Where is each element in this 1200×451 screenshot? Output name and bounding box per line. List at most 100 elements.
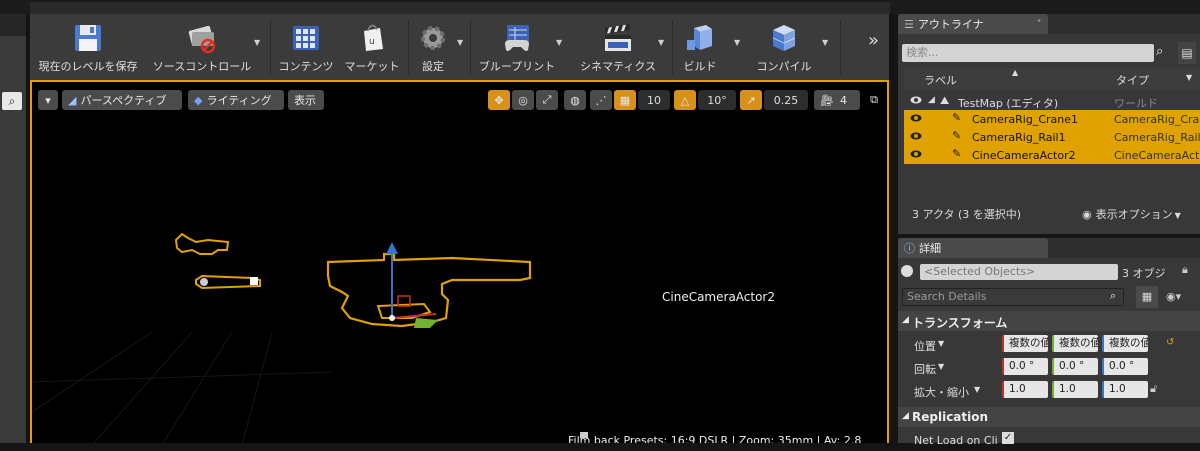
outliner-row-rail[interactable]: ✎ CameraRig_Rail1 CameraRig_Rail: [904, 128, 1200, 146]
rotation-row: 回転 ▼ 0.0 ° 0.0 ° 0.0 °: [898, 356, 1200, 378]
scale-z-field[interactable]: 1.0: [1102, 381, 1148, 398]
details-search-input[interactable]: Search Details: [902, 288, 1124, 306]
outliner-tab-label: アウトライナ: [917, 18, 984, 31]
net-load-row: Net Load on Client ✓: [898, 429, 1200, 451]
blueprints-dropdown-icon[interactable]: ▼: [556, 38, 564, 47]
toolbar-separator: [840, 20, 841, 74]
source-control-button[interactable]: ソースコントロール: [150, 16, 254, 78]
gizmo-y-plane: [414, 318, 438, 328]
outliner-search-input[interactable]: 検索...: [902, 44, 1154, 62]
chevron-down-icon[interactable]: ▼: [938, 362, 944, 371]
toolbar-overflow-icon[interactable]: »: [868, 30, 879, 51]
net-load-label: Net Load on Client: [914, 434, 998, 447]
search-icon[interactable]: ⌕: [1156, 44, 1163, 59]
property-matrix-icon[interactable]: ▦: [1136, 286, 1158, 308]
cinematics-dropdown-icon[interactable]: ▼: [658, 38, 666, 47]
scene-objects: [174, 232, 588, 438]
view-options-button[interactable]: ◉ 表示オプション ▼: [1082, 206, 1181, 222]
outliner-panel: ☰ アウトライナ • 検索... ⌕ ▤ ラベル ▲ タイプ ▼ ◢ ⛰ Tes…: [898, 14, 1200, 234]
camera-rig-rail-icon: ✎: [952, 129, 962, 142]
blueprints-label: ブループリント: [478, 60, 556, 73]
scale-x-field[interactable]: 1.0: [1002, 381, 1048, 398]
location-x-field[interactable]: 複数の値: [1002, 335, 1048, 352]
build-dropdown-icon[interactable]: ▼: [734, 38, 742, 47]
visibility-eye-icon[interactable]: [910, 94, 922, 106]
cine-camera-icon: ✎: [952, 147, 962, 160]
outliner-row-world[interactable]: ◢ ⛰ TestMap (エディタ) ワールド: [904, 92, 1200, 110]
outliner-row-type: CameraRig_Crane: [1114, 113, 1200, 126]
lock-icon[interactable]: 🔒︎: [1182, 263, 1188, 277]
svg-text:u: u: [369, 37, 375, 47]
source-control-dropdown-icon[interactable]: ▼: [254, 38, 262, 47]
tab-outliner[interactable]: ☰ アウトライナ •: [898, 14, 1048, 34]
view-options-label: 表示オプション: [1095, 208, 1173, 221]
build-label: ビルド: [683, 60, 717, 73]
world-icon: ⛰: [940, 94, 950, 107]
outliner-row-type: ワールド: [1114, 97, 1158, 110]
build-button[interactable]: ビルド: [676, 16, 724, 78]
outliner-row-type: CineCameraActor: [1114, 149, 1200, 162]
toolbar-separator: [672, 20, 673, 74]
chevron-down-icon[interactable]: ▼: [974, 385, 980, 394]
blueprint-icon: [505, 25, 529, 51]
selected-objects-count: 3 オブジ: [1122, 267, 1166, 280]
location-z-field[interactable]: 複数の値: [1102, 335, 1148, 352]
save-level-button[interactable]: 現在のレベルを保存: [36, 16, 140, 78]
outliner-row-name: CineCameraActor2: [972, 149, 1076, 162]
compile-label: コンパイル: [756, 60, 812, 73]
expand-arrow-icon: ◢: [902, 315, 909, 325]
search-icon[interactable]: ⌕: [1110, 289, 1116, 303]
visibility-eye-icon[interactable]: [910, 112, 922, 124]
outliner-row-crane[interactable]: ✎ CameraRig_Crane1 CameraRig_Crane: [904, 110, 1200, 128]
rotation-y-field[interactable]: 0.0 °: [1052, 358, 1098, 375]
close-icon[interactable]: •: [1036, 16, 1042, 27]
settings-label: 設定: [422, 60, 444, 73]
viewport-status-text: Film back Presets: 16:9 DSLR | Zoom: 35m…: [568, 434, 862, 443]
column-type-header[interactable]: タイプ: [1116, 72, 1149, 88]
settings-dropdown-icon[interactable]: ▼: [457, 38, 465, 47]
content-browser-icon: [293, 26, 319, 50]
rotation-z-field[interactable]: 0.0 °: [1102, 358, 1148, 375]
search-icon[interactable]: ⌕: [2, 92, 22, 110]
visibility-eye-icon[interactable]: [910, 148, 922, 160]
scale-y-field[interactable]: 1.0: [1052, 381, 1098, 398]
rotation-label: 回転: [914, 363, 936, 376]
transform-category[interactable]: ◢ トランスフォーム: [898, 311, 1200, 331]
content-label: コンテンツ: [278, 60, 334, 73]
rotation-x-field[interactable]: 0.0 °: [1002, 358, 1048, 375]
scale-row: 拡大・縮小 ▼ 1.0 1.0 1.0 🔓︎: [898, 379, 1200, 401]
tab-details[interactable]: ⓘ 詳細: [898, 238, 1048, 258]
cinematics-icon: [605, 24, 631, 51]
outliner-row-name: TestMap (エディタ): [958, 97, 1059, 110]
lock-icon[interactable]: 🔓︎: [1150, 382, 1157, 396]
replication-category[interactable]: ◢ Replication: [898, 407, 1200, 427]
net-load-checkbox[interactable]: ✓: [1002, 432, 1014, 444]
content-button[interactable]: コンテンツ: [274, 16, 338, 78]
eye-icon: ◉: [1082, 208, 1092, 221]
expand-arrow-icon[interactable]: ◢: [928, 95, 935, 105]
blueprints-button[interactable]: ブループリント: [474, 16, 560, 78]
chevron-down-icon[interactable]: ▼: [938, 339, 944, 348]
visibility-eye-icon[interactable]: [910, 130, 922, 142]
marketplace-button[interactable]: u マーケット: [340, 16, 404, 78]
outliner-filter-icon[interactable]: ▤: [1178, 42, 1196, 64]
rail-start-marker: [200, 278, 208, 286]
settings-button[interactable]: 設定: [410, 16, 456, 78]
level-viewport[interactable]: ▾ ◢ パースペクティブ ◆ ライティング 表示 ✥ ◎ ⤢ ◍ ⋰ ▦ 10 …: [30, 80, 889, 443]
selected-objects-field[interactable]: <Selected Objects>: [920, 264, 1118, 280]
visibility-eye-icon[interactable]: ◉▾: [1166, 290, 1181, 303]
compile-button[interactable]: コンパイル: [748, 16, 820, 78]
compile-dropdown-icon[interactable]: ▼: [822, 38, 830, 47]
outliner-row-cine-camera[interactable]: ✎ CineCameraActor2 CineCameraActor: [904, 146, 1200, 164]
column-label-header[interactable]: ラベル: [924, 72, 957, 88]
cinematics-button[interactable]: シネマティクス: [574, 16, 662, 78]
outliner-row-type: CameraRig_Rail: [1114, 131, 1200, 144]
left-panel: ⌕: [0, 14, 27, 443]
location-label: 位置: [914, 340, 936, 353]
build-icon: [687, 25, 712, 50]
selected-objects-icon: [901, 265, 913, 277]
location-y-field[interactable]: 複数の値: [1052, 335, 1098, 352]
rail-end-marker: [250, 277, 258, 285]
settings-icon: [421, 26, 445, 50]
reset-to-default-icon[interactable]: ↺: [1166, 337, 1174, 348]
